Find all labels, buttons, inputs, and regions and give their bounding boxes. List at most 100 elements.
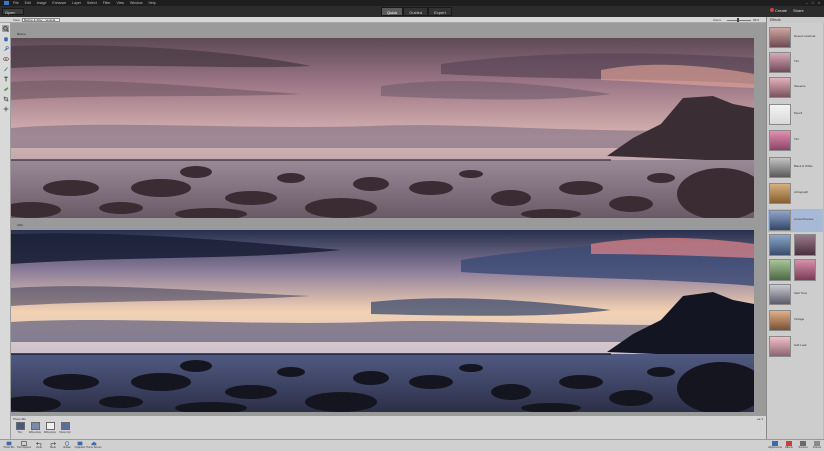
textures-button[interactable]: Textures <box>796 441 810 449</box>
tool-red-eye[interactable] <box>2 55 9 62</box>
zoom-slider-handle[interactable] <box>737 18 739 22</box>
effect-item[interactable]: Pencil <box>768 103 824 126</box>
tool-spot-healing[interactable] <box>2 85 9 92</box>
zoom-slider[interactable] <box>727 19 751 21</box>
effect-variant[interactable] <box>794 259 816 281</box>
effect-label: Tint <box>794 59 799 63</box>
taskbar-label: Organizer <box>74 446 86 449</box>
adjustments-button[interactable]: Adjustments <box>768 441 782 449</box>
after-label: After <box>17 223 24 227</box>
effect-label: Pencil <box>794 111 803 115</box>
tool-whiten-teeth[interactable] <box>2 65 9 72</box>
menu-filter[interactable]: Filter <box>103 1 111 5</box>
view-select[interactable]: Before & After - Vertical <box>22 18 60 22</box>
menu-window[interactable]: Window <box>130 1 142 5</box>
open-button[interactable]: Open <box>2 8 24 15</box>
home-screen-button[interactable]: Home Screen <box>86 441 102 451</box>
effect-label: Vintage <box>794 317 805 321</box>
tab-guided[interactable]: Guided <box>403 7 429 16</box>
menu-view[interactable]: View <box>117 1 125 5</box>
organizer-button[interactable]: Organizer <box>74 441 86 451</box>
photo-bin-controls[interactable]: ◂ ▸ ▾ <box>757 417 763 421</box>
bin-item-label: IMG-ptnpu <box>43 431 57 434</box>
effect-thumbnail <box>769 104 791 125</box>
taskbar-label: Redo <box>50 446 56 449</box>
photo-bin-item[interactable]: Show Opt <box>58 422 72 438</box>
bin-thumbnail <box>45 422 55 430</box>
menu-file[interactable]: File <box>13 1 19 5</box>
before-label: Before <box>17 32 26 36</box>
tool-crop[interactable] <box>2 95 9 102</box>
taskbar-label: Rotate <box>63 446 71 449</box>
menu-edit[interactable]: Edit <box>25 1 31 5</box>
tab-expert[interactable]: Expert <box>428 7 452 16</box>
effect-item[interactable]: Sweenie <box>768 76 824 99</box>
tool-move[interactable] <box>2 105 9 112</box>
photo-bin-item[interactable]: IMG-ptnpu <box>28 422 42 438</box>
effect-item[interactable]: Tint <box>768 129 824 152</box>
effect-thumbnail <box>769 210 791 231</box>
rotate-button[interactable]: Rotate <box>61 441 73 451</box>
effect-item[interactable]: Vintage <box>768 309 824 332</box>
bin-item-label: Tiny <box>17 431 23 434</box>
healing-icon <box>3 86 8 91</box>
share-button[interactable]: Share <box>793 8 804 13</box>
close-button[interactable]: × <box>818 1 820 5</box>
effect-thumbnail <box>769 336 791 357</box>
tab-quick[interactable]: Quick <box>381 7 404 16</box>
effect-item-selected[interactable]: Cross Process <box>768 209 824 232</box>
mode-tabs: Quick Guided Expert <box>381 7 452 16</box>
create-button[interactable]: Create <box>770 8 787 13</box>
effect-thumbnail <box>769 310 791 331</box>
photo-bin: Photo Bin Tiny IMG-ptnpu IMG-ptnpu Show … <box>11 415 766 439</box>
effect-item[interactable]: Soft Look <box>768 335 824 358</box>
effect-label: Split Tone <box>794 291 808 295</box>
after-photo <box>11 230 754 412</box>
taskbar-label: Adjustments <box>768 446 782 449</box>
bin-thumbnail <box>30 422 40 430</box>
before-photo <box>11 38 754 218</box>
tool-type[interactable] <box>2 75 9 82</box>
effect-thumbnail <box>769 183 791 204</box>
photo-bin-item[interactable]: Tiny <box>13 422 27 438</box>
create-icon <box>770 8 774 12</box>
brush-icon <box>3 66 8 71</box>
before-image[interactable] <box>11 38 754 218</box>
window-controls: – □ × <box>806 1 820 5</box>
effect-variant[interactable] <box>769 234 791 256</box>
photo-bin-toggle[interactable]: Photo Bin <box>3 441 15 451</box>
menu-image[interactable]: Image <box>37 1 47 5</box>
frames-button[interactable]: Frames <box>810 441 824 449</box>
effect-label: Black & White <box>794 164 813 168</box>
quick-selection-icon <box>3 45 9 51</box>
bin-item-label: IMG-ptnpu <box>28 431 42 434</box>
mode-bar: Open Quick Guided Expert Create Share <box>0 6 824 17</box>
effect-variant[interactable] <box>769 259 791 281</box>
after-image[interactable] <box>11 230 754 412</box>
tool-zoom[interactable] <box>2 25 9 32</box>
photo-bin-item[interactable]: IMG-ptnpu <box>43 422 57 438</box>
minimize-button[interactable]: – <box>806 1 808 5</box>
effect-item[interactable]: Tint <box>768 51 824 74</box>
tool-hand[interactable] <box>2 35 9 42</box>
toolbox <box>0 23 11 439</box>
effect-label: Tint <box>794 137 799 141</box>
effect-item[interactable]: Black & White <box>768 156 824 179</box>
redo-button[interactable]: Redo <box>47 441 59 451</box>
menu-layer[interactable]: Layer <box>72 1 81 5</box>
tool-quick-selection[interactable] <box>2 45 9 52</box>
menu-enhance[interactable]: Enhance <box>52 1 66 5</box>
tool-options-toggle[interactable]: Tool Options <box>17 441 31 451</box>
undo-button[interactable]: Undo <box>33 441 45 451</box>
menu-help[interactable]: Help <box>149 1 156 5</box>
bin-thumbnail <box>15 422 25 430</box>
maximize-button[interactable]: □ <box>812 1 814 5</box>
taskbar-label: Undo <box>36 446 42 449</box>
effects-button[interactable]: Effects <box>782 441 796 449</box>
menu-select[interactable]: Select <box>87 1 97 5</box>
effect-item[interactable]: Split Tone <box>768 283 824 306</box>
taskbar-label: Photo Bin <box>3 446 15 449</box>
effect-item[interactable]: Desert Landmar <box>768 26 824 49</box>
effect-variant[interactable] <box>794 234 816 256</box>
effect-item[interactable]: Lithograph <box>768 182 824 205</box>
